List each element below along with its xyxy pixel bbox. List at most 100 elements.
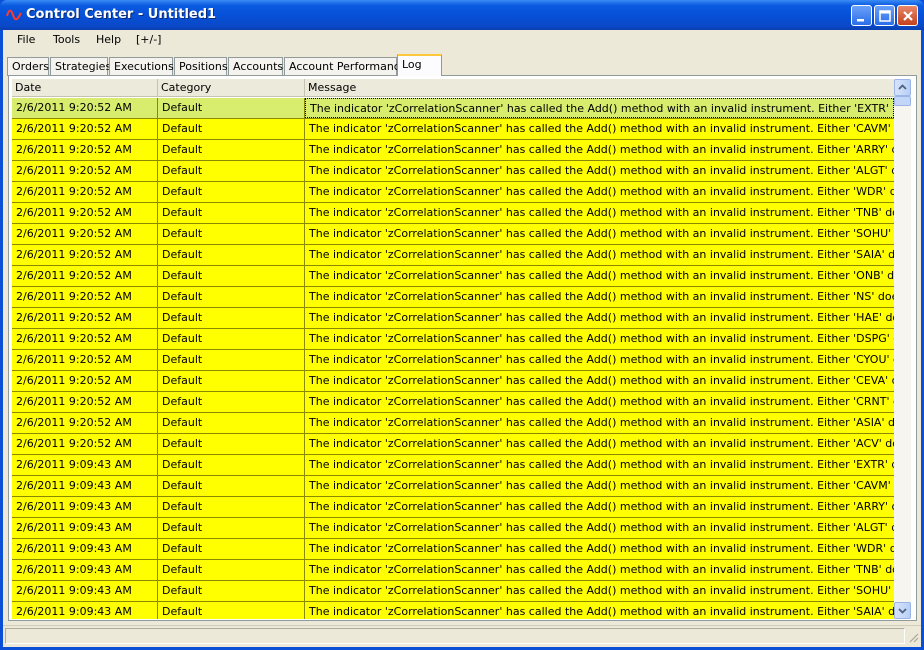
menu-expand-toggle[interactable]: [+/-]	[136, 33, 161, 46]
log-category-cell[interactable]: Default	[158, 119, 305, 139]
log-date-cell[interactable]: 2/6/2011 9:09:43 AM	[12, 581, 158, 601]
table-row[interactable]: 2/6/2011 9:20:52 AM Default The indicator …	[12, 245, 894, 266]
log-category-cell[interactable]: Default	[158, 602, 305, 619]
table-row[interactable]: 2/6/2011 9:20:52 AM Default The indicator …	[12, 161, 894, 182]
log-date-cell[interactable]: 2/6/2011 9:20:52 AM	[12, 245, 158, 265]
log-message-cell[interactable]: The indicator 'zCorrelationScanner' has …	[305, 602, 894, 619]
log-message-cell[interactable]: The indicator 'zCorrelationScanner' has …	[305, 560, 894, 580]
log-date-cell[interactable]: 2/6/2011 9:20:52 AM	[12, 203, 158, 223]
log-category-cell[interactable]: Default	[158, 434, 305, 454]
log-category-cell[interactable]: Default	[158, 476, 305, 496]
log-date-cell[interactable]: 2/6/2011 9:09:43 AM	[12, 560, 158, 580]
table-row[interactable]: 2/6/2011 9:20:52 AM Default The indicator …	[12, 182, 894, 203]
log-message-cell[interactable]: The indicator 'zCorrelationScanner' has …	[305, 371, 894, 391]
log-message-cell[interactable]: The indicator 'zCorrelationScanner' has …	[305, 224, 894, 244]
log-category-cell[interactable]: Default	[158, 182, 305, 202]
log-date-cell[interactable]: 2/6/2011 9:09:43 AM	[12, 602, 158, 619]
table-row[interactable]: 2/6/2011 9:09:43 AM Default The indicator …	[12, 455, 894, 476]
log-date-cell[interactable]: 2/6/2011 9:20:52 AM	[12, 308, 158, 328]
tab-log[interactable]: Log	[397, 54, 442, 76]
log-category-cell[interactable]: Default	[158, 308, 305, 328]
log-message-cell[interactable]: The indicator 'zCorrelationScanner' has …	[305, 308, 894, 328]
log-category-cell[interactable]: Default	[158, 518, 305, 538]
table-row[interactable]: 2/6/2011 9:09:43 AM Default The indicator …	[12, 518, 894, 539]
log-message-cell[interactable]: The indicator 'zCorrelationScanner' has …	[305, 476, 894, 496]
table-row[interactable]: 2/6/2011 9:09:43 AM Default The indicator …	[12, 602, 894, 619]
log-category-cell[interactable]: Default	[158, 203, 305, 223]
log-message-cell[interactable]: The indicator 'zCorrelationScanner' has …	[305, 287, 894, 307]
resize-grip-icon[interactable]	[907, 631, 919, 643]
menu-file[interactable]: File	[17, 33, 35, 46]
table-row[interactable]: 2/6/2011 9:20:52 AM Default The indicator …	[12, 413, 894, 434]
log-message-cell[interactable]: The indicator 'zCorrelationScanner' has …	[305, 161, 894, 181]
table-row[interactable]: 2/6/2011 9:20:52 AM Default The indicator …	[12, 287, 894, 308]
log-date-cell[interactable]: 2/6/2011 9:20:52 AM	[12, 161, 158, 181]
scroll-thumb[interactable]	[894, 96, 911, 106]
scroll-down-button[interactable]	[894, 602, 911, 619]
log-category-cell[interactable]: Default	[158, 455, 305, 475]
log-message-cell[interactable]: The indicator 'zCorrelationScanner' has …	[305, 266, 894, 286]
log-category-cell[interactable]: Default	[158, 140, 305, 160]
log-message-cell[interactable]: The indicator 'zCorrelationScanner' has …	[305, 434, 894, 454]
menu-tools[interactable]: Tools	[53, 33, 80, 46]
log-message-cell[interactable]: The indicator 'zCorrelationScanner' has …	[305, 497, 894, 517]
log-date-cell[interactable]: 2/6/2011 9:09:43 AM	[12, 539, 158, 559]
log-message-cell[interactable]: The indicator 'zCorrelationScanner' has …	[305, 329, 894, 349]
table-row[interactable]: 2/6/2011 9:20:52 AM Default The indicator …	[12, 350, 894, 371]
log-message-cell[interactable]: The indicator 'zCorrelationScanner' has …	[305, 518, 894, 538]
log-date-cell[interactable]: 2/6/2011 9:20:52 AM	[12, 140, 158, 160]
table-row[interactable]: 2/6/2011 9:09:43 AM Default The indicator …	[12, 497, 894, 518]
log-message-cell[interactable]: The indicator 'zCorrelationScanner' has …	[305, 455, 894, 475]
sine-wave-icon[interactable]	[6, 7, 22, 23]
log-message-cell[interactable]: The indicator 'zCorrelationScanner' has …	[305, 581, 894, 601]
table-row[interactable]: 2/6/2011 9:20:52 AM Default The indicator …	[12, 224, 894, 245]
log-date-cell[interactable]: 2/6/2011 9:20:52 AM	[12, 434, 158, 454]
tab-account-performance[interactable]: Account Performance	[284, 57, 407, 76]
log-message-cell[interactable]: The indicator 'zCorrelationScanner' has …	[305, 98, 894, 118]
log-category-cell[interactable]: Default	[158, 560, 305, 580]
log-message-cell[interactable]: The indicator 'zCorrelationScanner' has …	[305, 140, 894, 160]
table-row[interactable]: 2/6/2011 9:20:52 AM Default The indicator …	[12, 119, 894, 140]
log-date-cell[interactable]: 2/6/2011 9:20:52 AM	[12, 350, 158, 370]
log-category-cell[interactable]: Default	[158, 161, 305, 181]
log-date-cell[interactable]: 2/6/2011 9:20:52 AM	[12, 266, 158, 286]
table-row[interactable]: 2/6/2011 9:20:52 AM Default The indicator …	[12, 266, 894, 287]
tab-executions[interactable]: Executions	[109, 57, 174, 76]
log-message-cell[interactable]: The indicator 'zCorrelationScanner' has …	[305, 539, 894, 559]
table-row[interactable]: 2/6/2011 9:09:43 AM Default The indicator …	[12, 476, 894, 497]
log-category-cell[interactable]: Default	[158, 581, 305, 601]
log-category-cell[interactable]: Default	[158, 350, 305, 370]
table-row[interactable]: 2/6/2011 9:20:52 AM Default The indicator …	[12, 392, 894, 413]
log-date-cell[interactable]: 2/6/2011 9:20:52 AM	[12, 371, 158, 391]
tab-accounts[interactable]: Accounts	[228, 57, 283, 76]
log-category-cell[interactable]: Default	[158, 392, 305, 412]
log-date-cell[interactable]: 2/6/2011 9:09:43 AM	[12, 455, 158, 475]
table-row[interactable]: 2/6/2011 9:20:52 AM Default The indicator …	[12, 329, 894, 350]
log-category-cell[interactable]: Default	[158, 287, 305, 307]
log-category-cell[interactable]: Default	[158, 539, 305, 559]
tab-positions[interactable]: Positions	[174, 57, 228, 76]
log-category-cell[interactable]: Default	[158, 98, 305, 118]
table-row[interactable]: 2/6/2011 9:20:52 AM Default The indicator …	[12, 98, 894, 119]
column-header-message[interactable]: Message	[305, 79, 894, 97]
menu-help[interactable]: Help	[96, 33, 121, 46]
log-category-cell[interactable]: Default	[158, 329, 305, 349]
log-date-cell[interactable]: 2/6/2011 9:09:43 AM	[12, 497, 158, 517]
log-category-cell[interactable]: Default	[158, 497, 305, 517]
log-date-cell[interactable]: 2/6/2011 9:09:43 AM	[12, 476, 158, 496]
table-row[interactable]: 2/6/2011 9:20:52 AM Default The indicator …	[12, 203, 894, 224]
log-date-cell[interactable]: 2/6/2011 9:20:52 AM	[12, 224, 158, 244]
log-message-cell[interactable]: The indicator 'zCorrelationScanner' has …	[305, 182, 894, 202]
log-date-cell[interactable]: 2/6/2011 9:20:52 AM	[12, 182, 158, 202]
tab-orders[interactable]: Orders	[7, 57, 49, 76]
log-message-cell[interactable]: The indicator 'zCorrelationScanner' has …	[305, 119, 894, 139]
log-message-cell[interactable]: The indicator 'zCorrelationScanner' has …	[305, 413, 894, 433]
table-row[interactable]: 2/6/2011 9:09:43 AM Default The indicator …	[12, 539, 894, 560]
tab-strategies[interactable]: Strategies	[50, 57, 111, 76]
title-bar[interactable]: Control Center - Untitled1	[0, 0, 924, 30]
log-category-cell[interactable]: Default	[158, 224, 305, 244]
table-row[interactable]: 2/6/2011 9:20:52 AM Default The indicator …	[12, 140, 894, 161]
log-category-cell[interactable]: Default	[158, 245, 305, 265]
log-date-cell[interactable]: 2/6/2011 9:20:52 AM	[12, 287, 158, 307]
log-message-cell[interactable]: The indicator 'zCorrelationScanner' has …	[305, 392, 894, 412]
